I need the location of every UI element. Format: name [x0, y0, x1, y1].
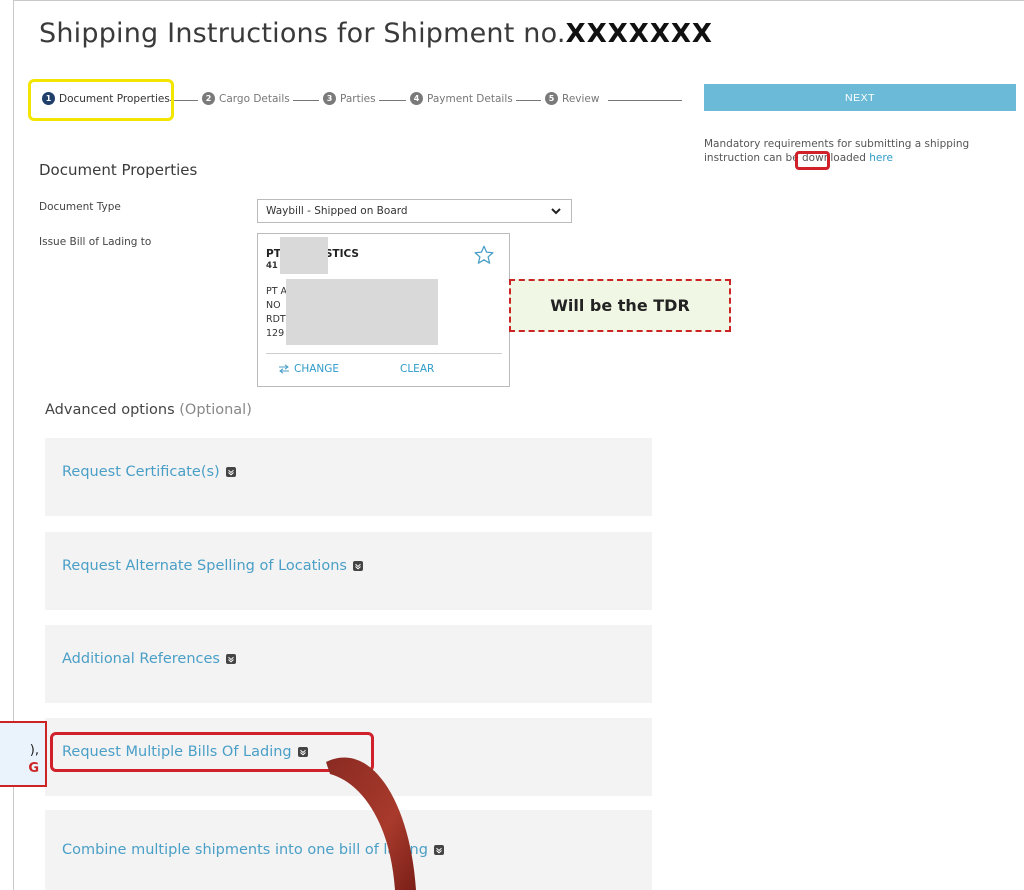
arrow-body — [326, 757, 416, 890]
curved-arrow-annotation — [326, 757, 416, 890]
